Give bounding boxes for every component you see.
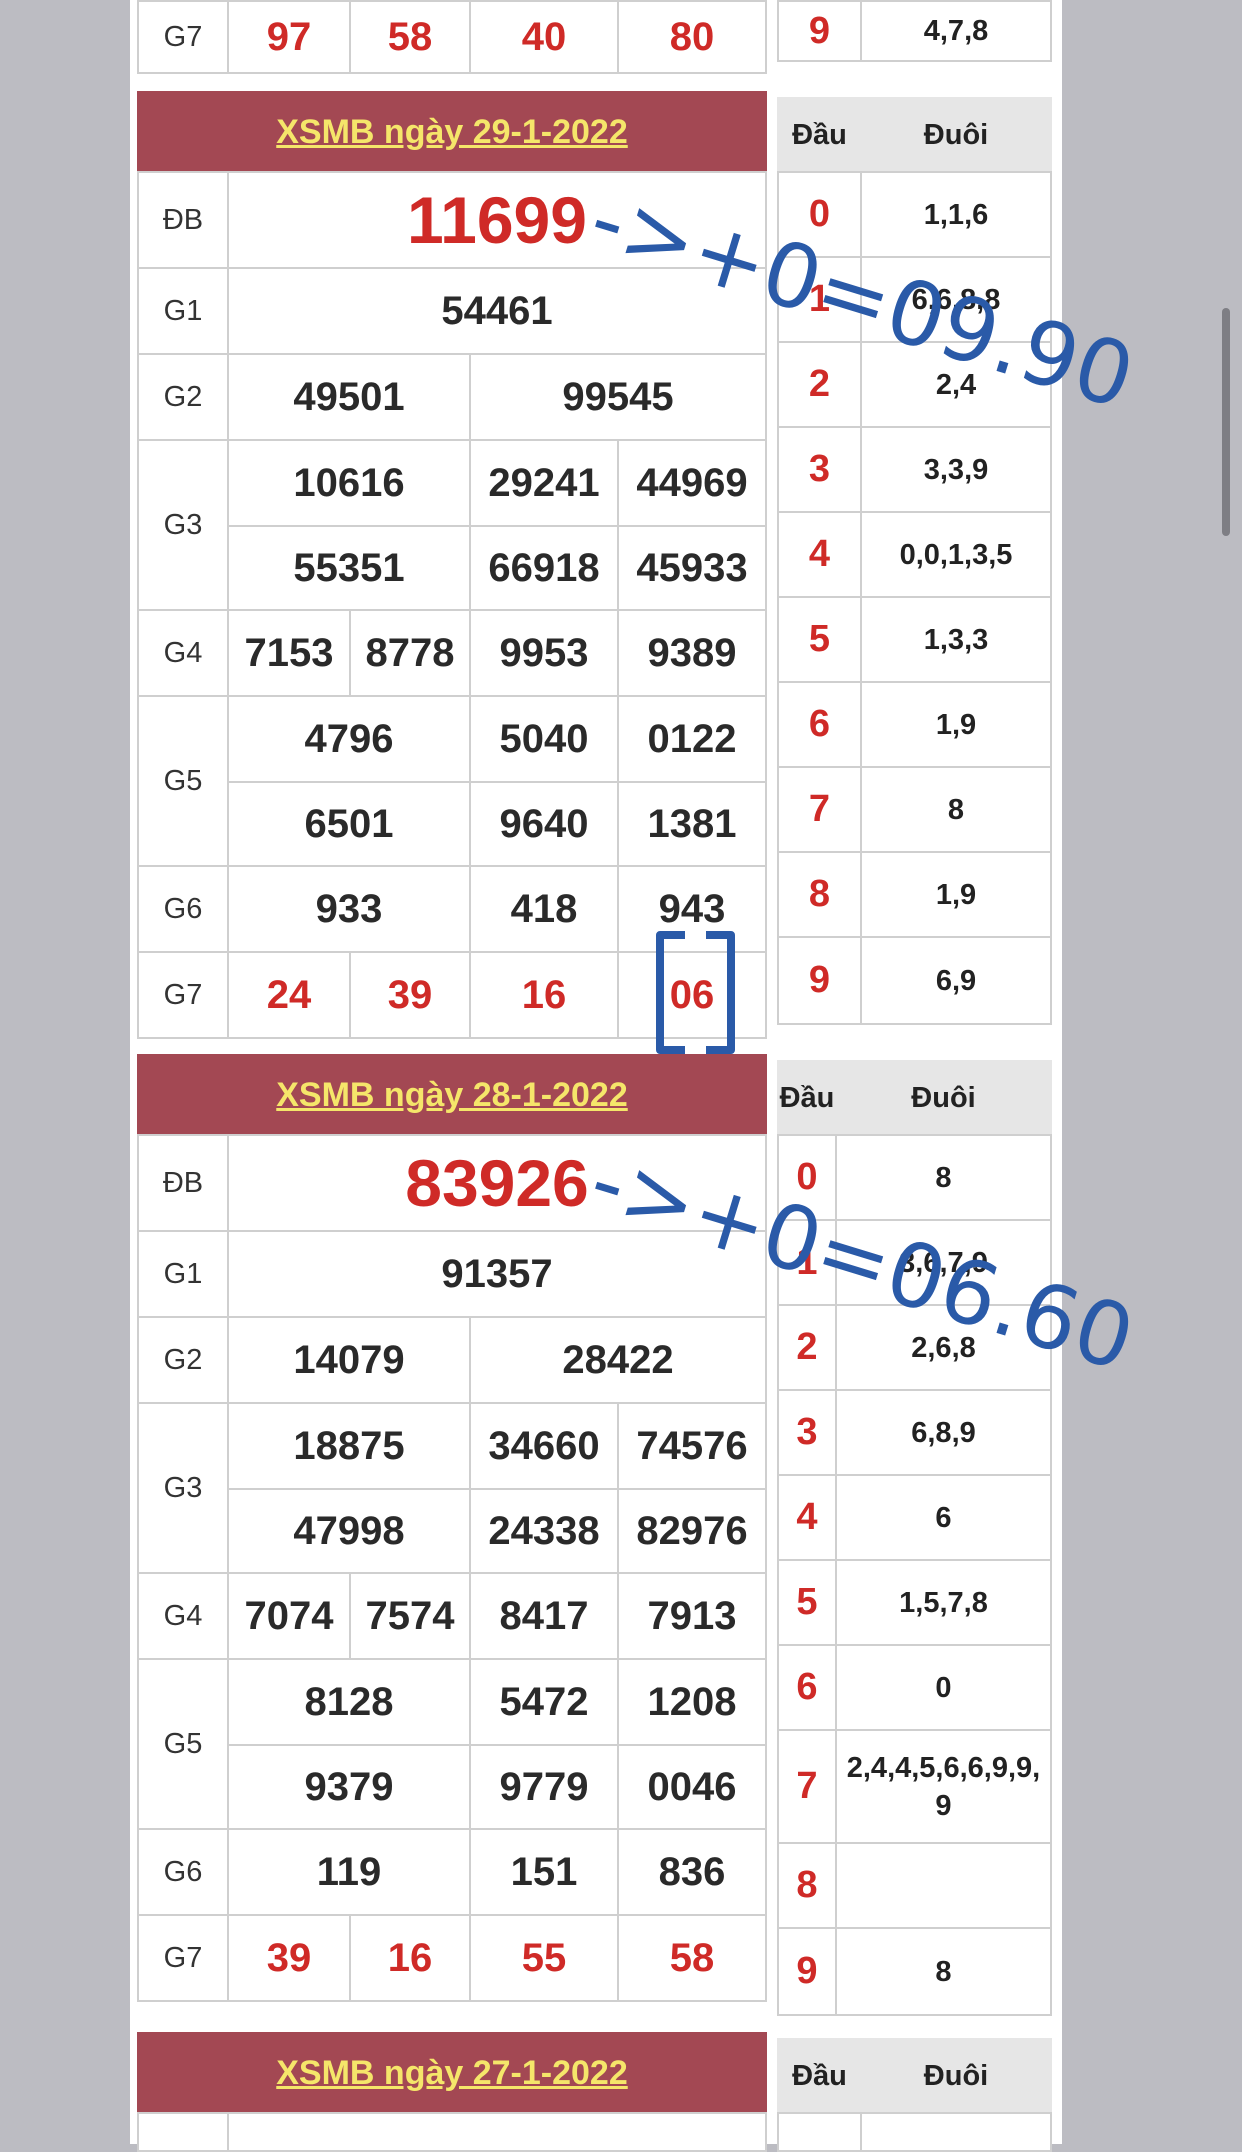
bracket-mark: [656, 931, 735, 1054]
handwritten-annotations: ->+0=09.90 ->+0=06.60: [579, 167, 1145, 1391]
annotation-text: ->+0=06.60: [579, 1129, 1145, 1391]
annotation-text: ->+0=09.90: [579, 167, 1145, 429]
